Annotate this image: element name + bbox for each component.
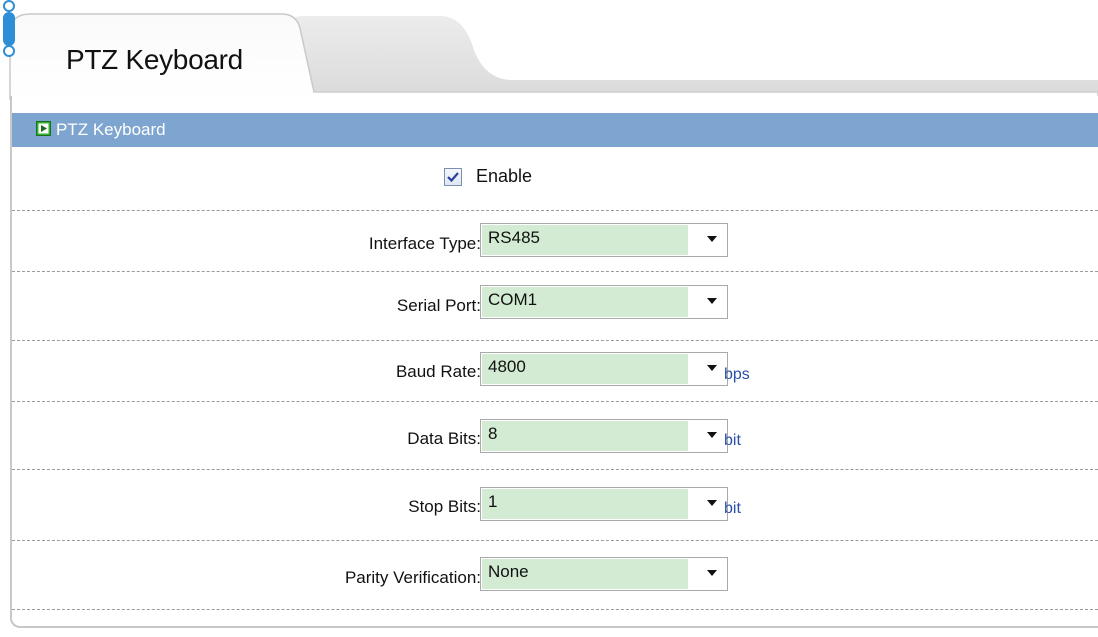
section-title: PTZ Keyboard [56,120,166,139]
chevron-down-icon [707,298,717,304]
serial-port-value: COM1 [482,287,688,317]
baud-rate-unit: bps [724,366,750,383]
interface-type-row: Interface Type: RS485 [12,211,1098,272]
baud-rate-label: Baud Rate: [395,362,481,381]
baud-rate-value: 4800 [482,354,688,384]
data-bits-value: 8 [482,421,688,451]
serial-port-select[interactable]: COM1 [480,285,728,319]
stop-bits-select[interactable]: 1 [480,487,728,521]
interface-type-select[interactable]: RS485 [480,223,728,257]
stop-bits-unit: bit [724,500,741,517]
serial-port-label: Serial Port: [396,296,481,315]
tab-strip: PTZ Keyboard [0,0,1098,100]
tab-ptz-keyboard[interactable]: PTZ Keyboard [66,44,243,76]
chevron-down-icon [707,500,717,506]
parity-value: None [482,559,688,589]
ptz-keyboard-page: PTZ Keyboard PTZ Keyboard Enable Interfa… [0,0,1098,637]
stop-bits-value: 1 [482,489,688,519]
chevron-down-icon [707,236,717,242]
stop-bits-label: Stop Bits: [408,497,481,516]
baud-rate-row: Baud Rate: 4800 bps [12,341,1098,402]
data-bits-select[interactable]: 8 [480,419,728,453]
parity-select[interactable]: None [480,557,728,591]
chevron-down-icon [707,432,717,438]
chevron-down-icon [707,365,717,371]
tab-indicator-icon [3,0,15,57]
enable-checkbox[interactable] [444,168,462,186]
section-header [12,113,1098,147]
checkmark-icon [447,172,459,183]
enable-row: Enable [12,147,1098,211]
data-bits-unit: bit [724,432,741,449]
interface-type-label: Interface Type: [368,234,481,253]
serial-port-row: Serial Port: COM1 [12,272,1098,341]
data-bits-label: Data Bits: [407,429,481,448]
stop-bits-row: Stop Bits: 1 bit [12,470,1098,541]
enable-label: Enable [476,166,533,186]
interface-type-value: RS485 [482,225,688,255]
play-arrow-icon [36,121,51,136]
parity-label: Parity Verification: [344,568,481,587]
chevron-down-icon [707,570,717,576]
parity-row: Parity Verification: None [12,541,1098,610]
baud-rate-select[interactable]: 4800 [480,352,728,386]
data-bits-row: Data Bits: 8 bit [12,402,1098,470]
